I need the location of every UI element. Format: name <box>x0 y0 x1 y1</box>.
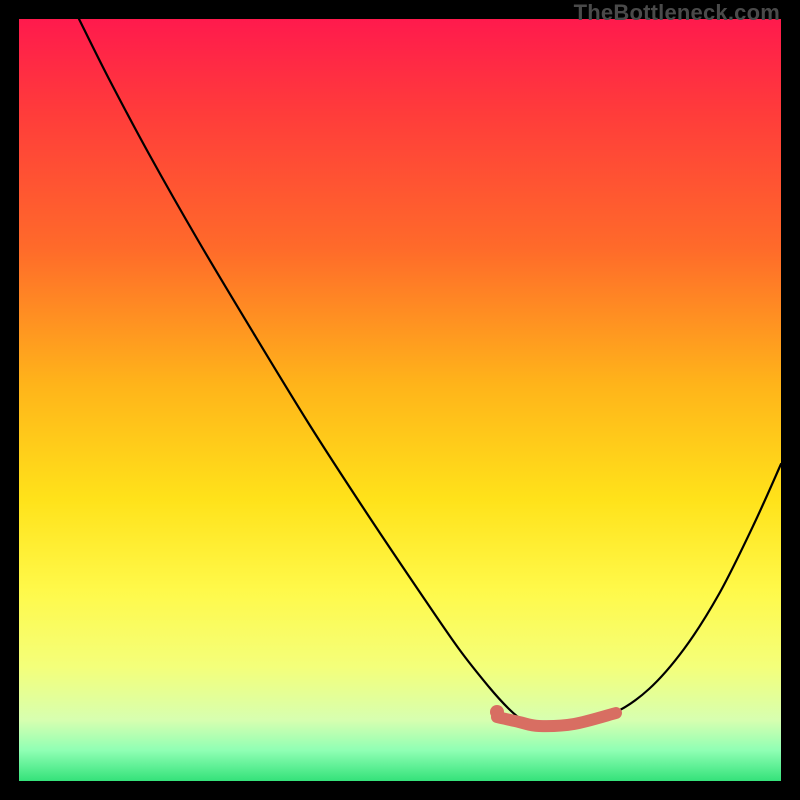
chart-svg <box>19 19 781 781</box>
optimal-point-dot <box>490 705 504 719</box>
bottleneck-curve <box>79 19 781 726</box>
chart-area <box>19 19 781 781</box>
optimal-range-highlight <box>497 713 616 726</box>
watermark-text: TheBottleneck.com <box>574 0 780 26</box>
